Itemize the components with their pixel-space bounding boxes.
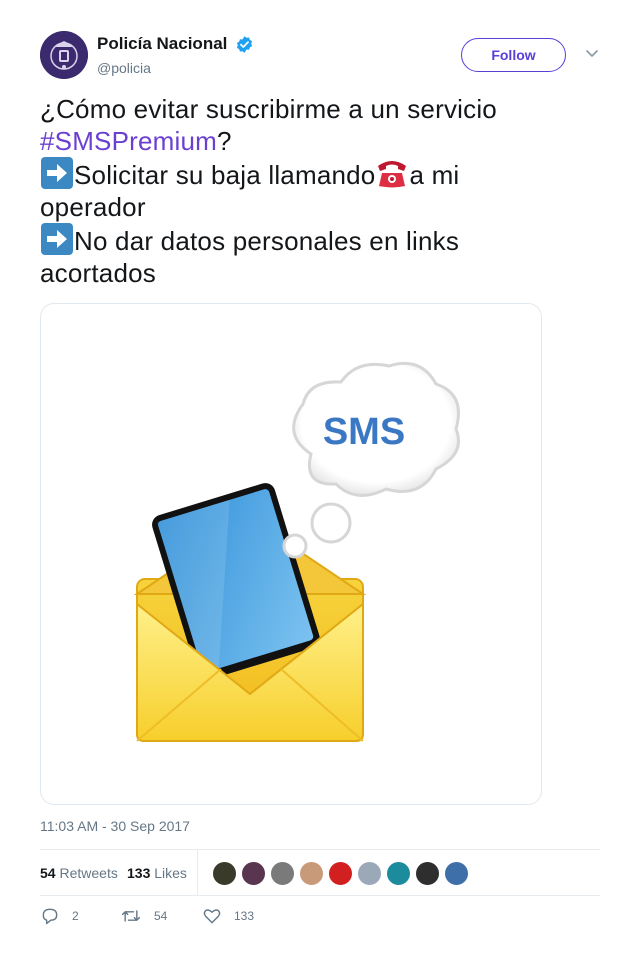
hashtag-link[interactable]: #SMSPremium	[40, 126, 217, 156]
follow-button[interactable]: Follow	[461, 38, 566, 72]
author-info: Policía Nacional	[97, 34, 254, 54]
retweets-label: Retweets	[59, 865, 118, 881]
arrow-right-emoji-icon	[41, 223, 73, 255]
reply-count: 2	[72, 909, 79, 923]
likes-label: Likes	[154, 865, 187, 881]
tweet-media-image[interactable]: SMS	[40, 303, 542, 805]
liker-avatar[interactable]	[299, 861, 324, 886]
tweet-text: ¿Cómo evitar suscribirme a un servicio #…	[40, 93, 600, 289]
retweet-action[interactable]: 54	[120, 906, 167, 926]
liker-avatar[interactable]	[415, 861, 440, 886]
tweet-line-6: acortados	[40, 258, 156, 288]
tweet-line-1: ¿Cómo evitar suscribirme a un servicio	[40, 94, 497, 124]
tweet-stats: 54 Retweets 133 Likes	[40, 849, 600, 896]
verified-badge-icon	[236, 35, 252, 53]
reply-icon	[42, 908, 58, 925]
author-handle[interactable]: @policia	[97, 60, 151, 76]
chevron-down-icon[interactable]	[585, 49, 599, 59]
heart-icon	[203, 909, 221, 924]
liker-avatar[interactable]	[328, 861, 353, 886]
liker-avatar[interactable]	[444, 861, 469, 886]
retweet-icon	[121, 910, 141, 922]
reply-action[interactable]: 2	[40, 906, 79, 926]
retweets-count: 54	[40, 865, 56, 881]
tweet-line-3a: Solicitar su baja llamando	[74, 160, 376, 190]
telephone-emoji-icon	[378, 161, 407, 188]
liker-avatar[interactable]	[212, 861, 237, 886]
question-mark: ?	[217, 126, 232, 156]
liker-avatar[interactable]	[270, 861, 295, 886]
tweet-header: Policía Nacional @policia Follow	[40, 31, 600, 81]
liker-avatar[interactable]	[241, 861, 266, 886]
police-badge-logo	[40, 31, 88, 79]
tweet-line-3b: a mi	[409, 160, 460, 190]
cloud-sms-label: SMS	[323, 411, 405, 453]
author-avatar[interactable]	[40, 31, 88, 79]
author-name[interactable]: Policía Nacional	[97, 34, 227, 54]
stats-divider	[197, 850, 198, 896]
liker-avatar[interactable]	[357, 861, 382, 886]
retweets-stat[interactable]: 54 Retweets	[40, 865, 118, 881]
like-action[interactable]: 133	[202, 906, 254, 926]
sms-envelope-illustration: SMS	[133, 361, 460, 742]
likes-count: 133	[127, 865, 151, 881]
tweet-line-5: No dar datos personales en links	[74, 226, 460, 256]
like-count: 133	[234, 909, 255, 923]
likes-stat[interactable]: 133 Likes	[127, 865, 187, 881]
retweet-count: 54	[154, 909, 168, 923]
arrow-right-emoji-icon	[41, 157, 73, 189]
tweet-timestamp[interactable]: 11:03 AM - 30 Sep 2017	[40, 818, 190, 834]
tweet-actions: 2 54 133	[40, 906, 600, 930]
liker-avatar[interactable]	[386, 861, 411, 886]
tweet-line-4: operador	[40, 192, 146, 222]
